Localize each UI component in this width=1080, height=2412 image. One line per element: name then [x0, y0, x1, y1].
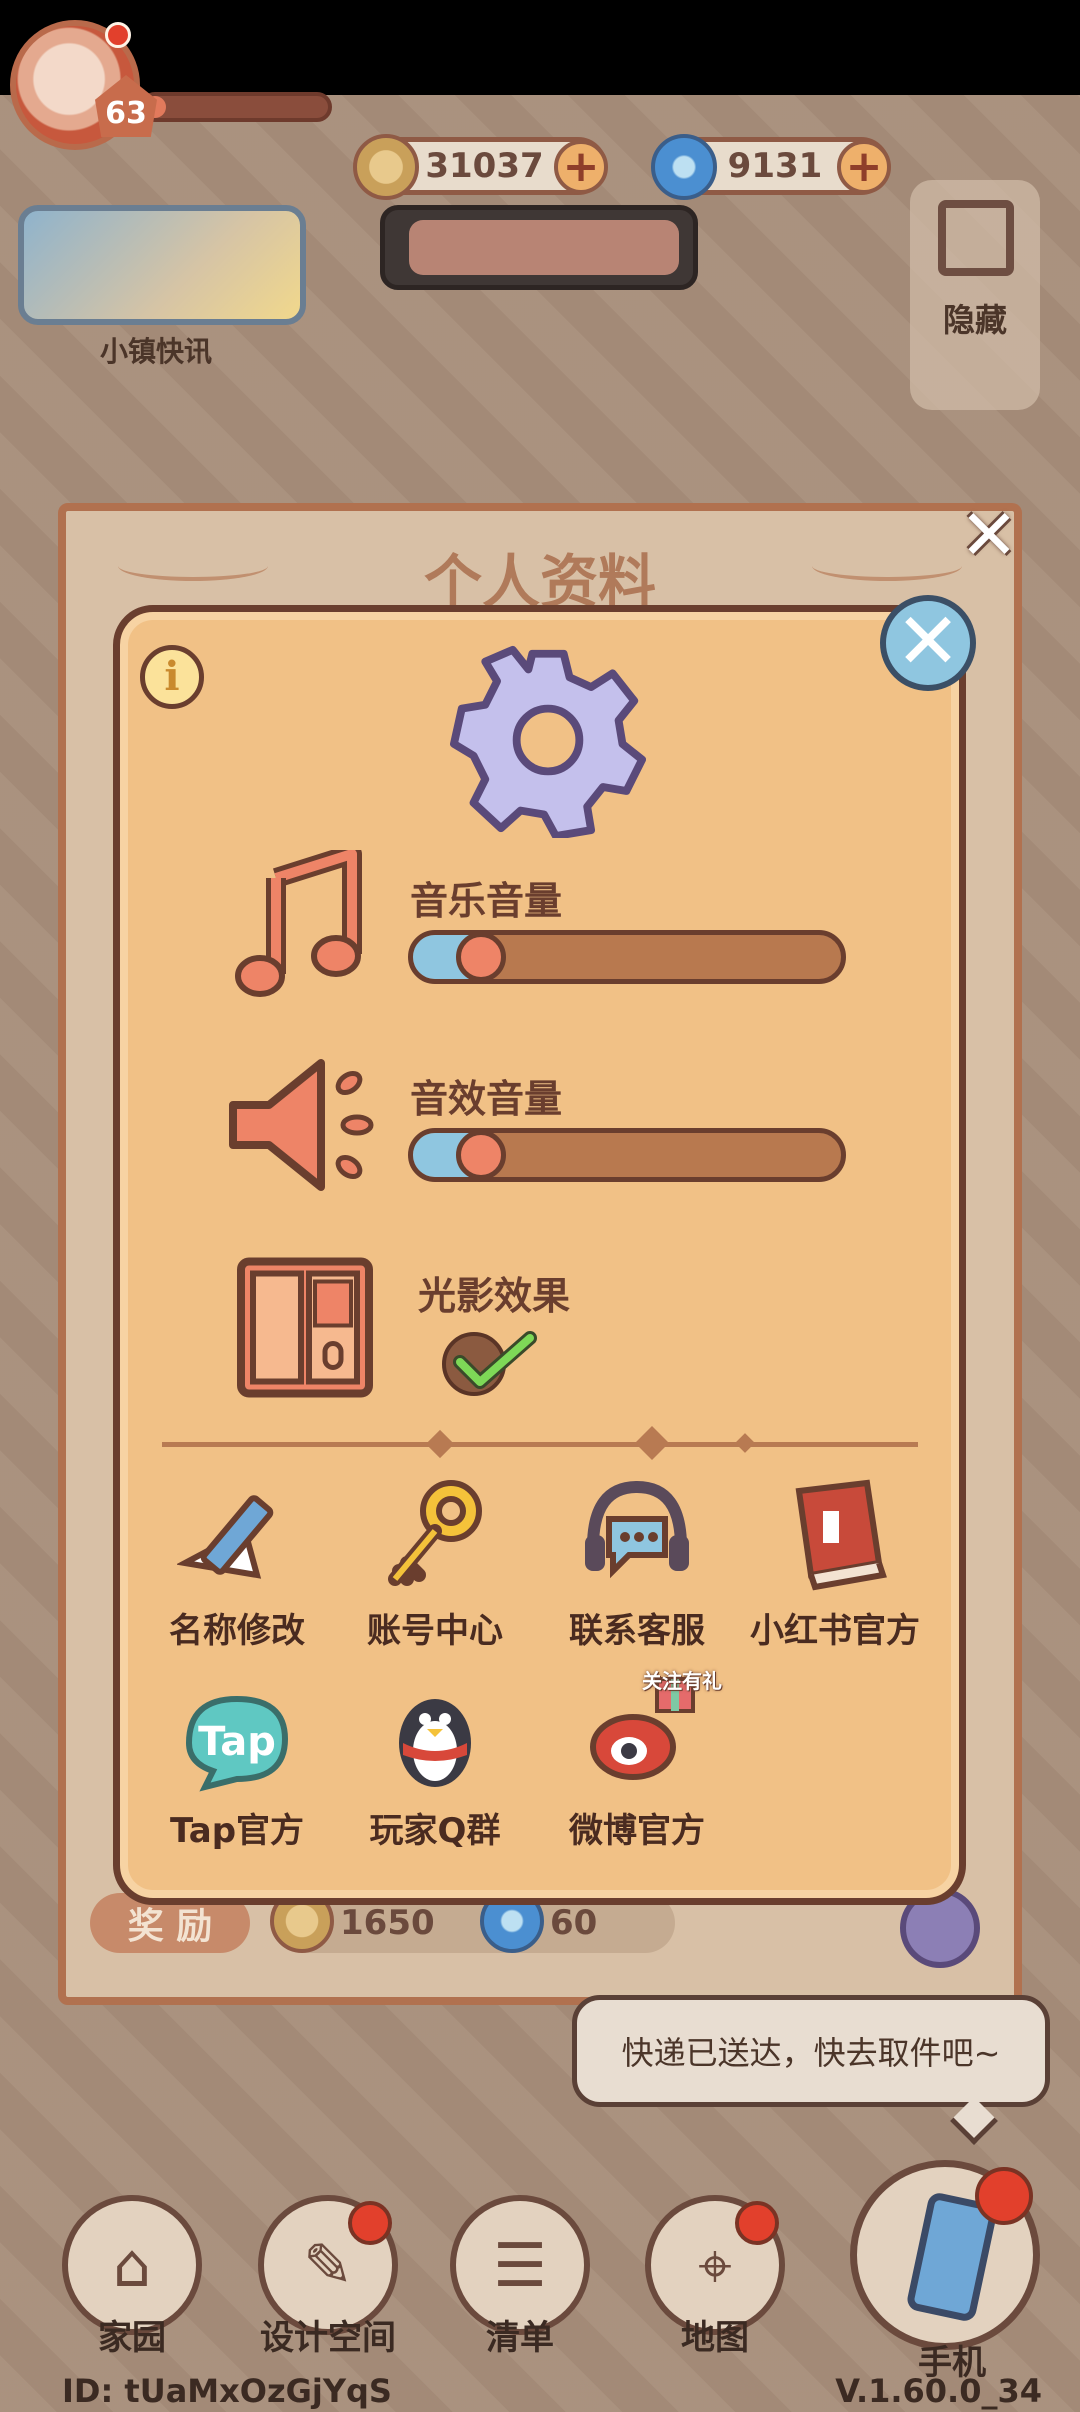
- town-news-label: 小镇快讯: [100, 335, 213, 368]
- close-settings-button[interactable]: ✕: [880, 595, 976, 691]
- sfx-volume-label: 音效音量: [410, 1077, 563, 1121]
- house-icon: ⌂: [112, 2231, 152, 2301]
- music-note-icon: [235, 850, 362, 997]
- xiaohongshu-label: 小红书官方: [750, 1611, 920, 1651]
- town-news-card[interactable]: [18, 205, 306, 325]
- tap-official-link[interactable]: Tap Tap官方: [142, 1675, 332, 1852]
- sfx-volume-knob[interactable]: [455, 1130, 506, 1180]
- key-icon: [388, 1480, 482, 1586]
- light-switch-icon: [237, 1257, 373, 1398]
- hide-ui-button[interactable]: 隐藏: [910, 180, 1040, 410]
- gear-icon: [450, 645, 646, 838]
- design-space-nav-label: 设计空间: [260, 2318, 396, 2358]
- coin-counter: 31037 +: [353, 134, 608, 200]
- checklist-icon: ☰: [493, 2231, 547, 2301]
- xiaohongshu-link[interactable]: 小红书官方: [740, 1475, 930, 1652]
- gem-counter: 9131 +: [651, 134, 891, 200]
- level-progress-bar: [140, 92, 332, 122]
- lighting-label: 光影效果: [418, 1274, 571, 1318]
- pencil-icon: [175, 1495, 274, 1579]
- notification-dot: [975, 2167, 1033, 2225]
- account-center-link[interactable]: 账号中心: [340, 1475, 530, 1652]
- map-nav-label: 地图: [681, 2318, 749, 2358]
- phone-nav-button[interactable]: [850, 2160, 1040, 2350]
- rename-link[interactable]: 名称修改: [142, 1475, 332, 1652]
- notification-dot: [105, 22, 131, 48]
- svg-text:Tap: Tap: [198, 1719, 276, 1765]
- checklist-nav-label: 清单: [486, 2318, 554, 2358]
- tap-official-label: Tap官方: [169, 1811, 305, 1851]
- music-volume-knob[interactable]: [455, 932, 506, 982]
- npc-speech-bubble: [380, 205, 698, 290]
- player-qq-group-label: 玩家Q群: [369, 1811, 501, 1851]
- fullscreen-icon: [938, 200, 1014, 276]
- profile-close-icon[interactable]: ✕: [958, 500, 1020, 570]
- lighting-checkbox[interactable]: [438, 1322, 538, 1402]
- follow-gift-badge: 关注有礼: [642, 1669, 722, 1693]
- info-button[interactable]: i: [140, 645, 204, 709]
- divider: [162, 1442, 918, 1447]
- player-qq-group-link[interactable]: 玩家Q群: [340, 1675, 530, 1852]
- weibo-official-link[interactable]: 关注有礼 微博官方: [542, 1669, 732, 1852]
- sfx-volume-slider[interactable]: [408, 1128, 846, 1182]
- penguin-icon: [399, 1699, 471, 1787]
- red-book-icon: [795, 1479, 887, 1591]
- add-coin-button[interactable]: +: [554, 140, 608, 194]
- speaker-icon: [229, 1059, 374, 1191]
- delivery-text: 快递已送达，快去取件吧~: [621, 2034, 1001, 2072]
- hide-ui-label: 隐藏: [942, 301, 1007, 339]
- tap-logo-icon: Tap: [185, 1695, 289, 1792]
- rename-label: 名称修改: [169, 1611, 305, 1651]
- customer-service-link[interactable]: 联系客服: [542, 1475, 732, 1652]
- headset-icon: [585, 1480, 689, 1579]
- notification-dot: [735, 2201, 779, 2245]
- home-nav-label: 家园: [98, 2318, 166, 2358]
- music-volume-slider[interactable]: [408, 930, 846, 984]
- add-gem-button[interactable]: +: [837, 140, 891, 194]
- notification-dot: [348, 2201, 392, 2245]
- account-center-label: 账号中心: [367, 1611, 503, 1651]
- delivery-notification[interactable]: 快递已送达，快去取件吧~: [572, 1995, 1050, 2146]
- customer-service-label: 联系客服: [569, 1611, 705, 1651]
- player-id: ID: tUaMxOzGjYqS: [62, 2372, 392, 2410]
- version-label: V.1.60.0_34: [835, 2372, 1042, 2410]
- weibo-official-label: 微博官方: [569, 1811, 705, 1851]
- music-volume-label: 音乐音量: [410, 879, 563, 923]
